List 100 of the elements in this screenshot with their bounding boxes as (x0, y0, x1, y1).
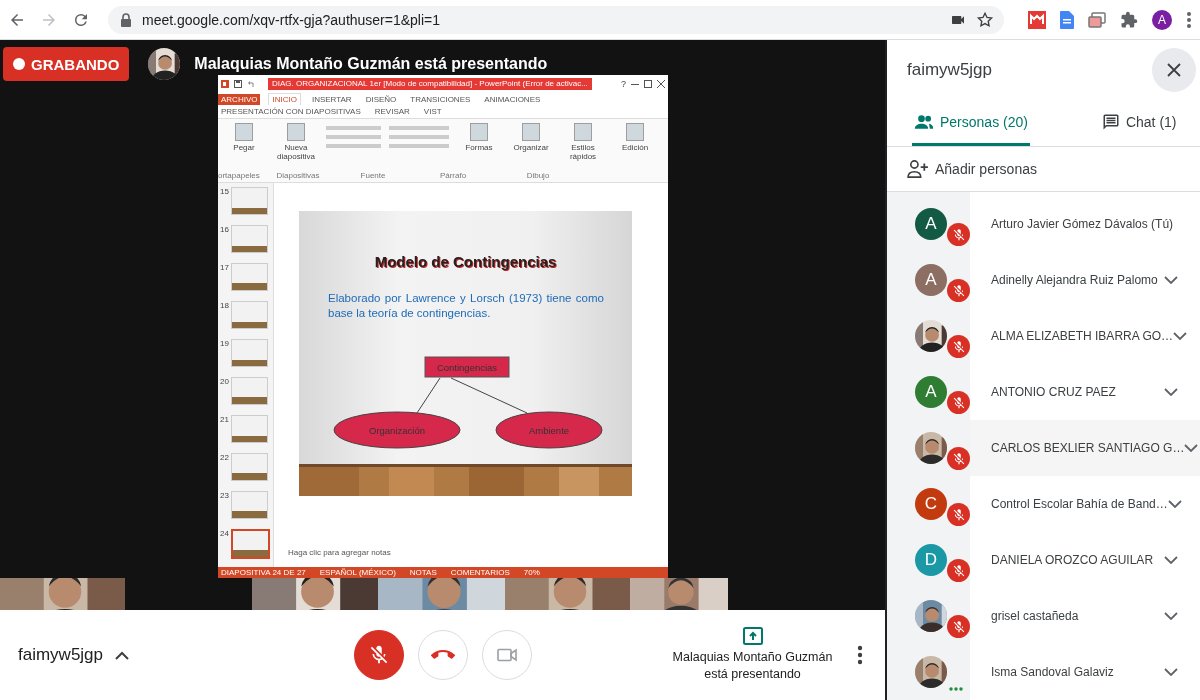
participant-row[interactable]: A ANTONIO CRUZ PAEZ (887, 364, 1200, 420)
help-button[interactable]: ? (621, 78, 626, 89)
notes-field[interactable]: Haga clic para agregar notas (284, 546, 395, 559)
present-screen-icon[interactable] (742, 627, 763, 645)
slide-thumbnail[interactable] (231, 491, 268, 519)
participant-row[interactable]: Isma Sandoval Galaviz (887, 644, 1200, 700)
ribbon-tab[interactable]: ARCHIVO (218, 93, 261, 105)
lock-icon (120, 12, 132, 27)
close-button[interactable] (1152, 48, 1196, 93)
chevron-down-icon[interactable] (1184, 444, 1199, 452)
ribbon-group-label: Dibujo (526, 171, 550, 180)
presenter-label: Malaquias Montaño Guzmán está presentando (194, 55, 548, 73)
ribbon-group-label: ortapapeles (218, 171, 260, 180)
slide-number: 24 (219, 529, 229, 540)
grid-extension-icon[interactable] (1028, 10, 1046, 29)
ribbon-tab[interactable]: ANIMACIONES (481, 93, 544, 105)
chevron-down-icon[interactable] (1164, 668, 1178, 676)
slide-thumbnail[interactable] (231, 529, 270, 559)
slide-thumbnail[interactable] (231, 263, 268, 291)
participant-row[interactable]: A Adinelly Alejandra Ruiz Palomo (887, 252, 1200, 308)
ribbon-button[interactable]: Formas (457, 123, 501, 152)
participant-row[interactable]: C Control Escolar Bahía de Band… (887, 476, 1200, 532)
chevron-down-icon[interactable] (1164, 612, 1178, 620)
participant-row[interactable]: A Arturo Javier Gómez Dávalos (Tú) (887, 196, 1200, 252)
slide-thumbnail[interactable] (231, 301, 268, 329)
ribbon-group-label: Párrafo (439, 171, 467, 180)
close-icon[interactable] (657, 79, 665, 88)
chevron-up-icon[interactable] (115, 650, 130, 660)
participant-row[interactable]: D DANIELA OROZCO AGUILAR (887, 532, 1200, 588)
ribbon-tab[interactable]: DISEÑO (362, 93, 400, 105)
meeting-code: faimyw5jgp (18, 645, 104, 665)
panel-tab[interactable]: Chat (1) (1099, 100, 1179, 147)
slide-number: 17 (219, 263, 229, 274)
menu-icon[interactable] (1186, 10, 1192, 29)
ribbon-tab[interactable]: REVISAR (371, 106, 413, 117)
avatar: C (915, 488, 947, 520)
chevron-down-icon[interactable] (1173, 332, 1188, 340)
microphone-button[interactable] (353, 630, 404, 680)
diagram-node: Contingencias (424, 356, 510, 378)
ribbon-tab[interactable]: INICIO (268, 93, 301, 105)
ribbon-button[interactable]: Edición (613, 123, 657, 152)
slide-number: 16 (219, 225, 229, 236)
chat-icon (1101, 112, 1120, 131)
chevron-down-icon[interactable] (1164, 388, 1178, 396)
slide-number: 19 (219, 339, 229, 350)
participant-name: Adinelly Alejandra Ruiz Palomo (991, 273, 1159, 287)
slide-thumbnail[interactable] (231, 339, 268, 367)
participant-row[interactable]: ALMA ELIZABETH IBARRA GO… (887, 308, 1200, 364)
slide-number: 22 (219, 453, 229, 464)
slide-thumbnail[interactable] (231, 187, 268, 215)
participant-name: Isma Sandoval Galaviz (991, 665, 1115, 679)
add-person-icon (907, 160, 929, 179)
panel-tab[interactable]: Personas (20) (912, 100, 1030, 147)
more-options-icon[interactable] (857, 645, 863, 665)
participant-name: DANIELA OROZCO AGUILAR (991, 553, 1155, 567)
undo-icon[interactable] (247, 79, 255, 88)
recording-badge: GRABANDO (3, 47, 130, 81)
status-text: NOTAS (409, 568, 437, 577)
participant-row[interactable]: grisel castañeda (887, 588, 1200, 644)
profile-avatar[interactable]: A (1152, 9, 1172, 30)
address-bar[interactable]: meet.google.com/xqv-rtfx-gja?authuser=1&pli=1 (108, 5, 1004, 34)
star-icon[interactable] (976, 10, 994, 29)
participant-name: Control Escolar Bahía de Band… (991, 497, 1168, 511)
participant-name: CARLOS BEXLIER SANTIAGO G… (991, 441, 1185, 455)
save-icon[interactable] (234, 79, 242, 88)
slide-thumbnail[interactable] (231, 415, 268, 443)
slide-number: 20 (219, 377, 229, 388)
ribbon-tab[interactable]: PRESENTACIÓN CON DIAPOSITIVAS (218, 106, 364, 117)
chevron-down-icon[interactable] (1164, 276, 1178, 284)
ribbon-group-label: Diapositivas (276, 171, 320, 180)
slide-thumbnail[interactable] (231, 453, 268, 481)
ribbon-tab[interactable]: VIST (420, 106, 445, 117)
document-icon[interactable] (1060, 10, 1074, 29)
chevron-down-icon[interactable] (1164, 556, 1178, 564)
participant-name: Arturo Javier Gómez Dávalos (Tú) (991, 217, 1175, 231)
slide-number: 23 (219, 491, 229, 502)
powerpoint-icon[interactable] (221, 79, 229, 88)
slide-number: 18 (219, 301, 229, 312)
chevron-down-icon[interactable] (1167, 500, 1182, 508)
ribbon-group-label: Fuente (360, 171, 386, 180)
puzzle-piece-icon[interactable] (1120, 10, 1138, 29)
presenting-status: Malaquias Montaño Guzmán está presentando (671, 649, 834, 683)
slide-thumbnail[interactable] (231, 225, 268, 253)
maximize-icon[interactable] (644, 79, 652, 88)
hang-up-button[interactable] (417, 630, 468, 680)
ribbon-button[interactable]: Organizar (509, 123, 553, 152)
slide-number: 21 (219, 415, 229, 426)
slide-thumbnail[interactable] (231, 377, 268, 405)
status-text: ESPAÑOL (MÉXICO) (319, 568, 396, 577)
close-icon (1167, 63, 1181, 78)
ribbon-button[interactable]: Nueva diapositiva (274, 123, 318, 161)
participant-name: ANTONIO CRUZ PAEZ (991, 385, 1117, 399)
ribbon-tab[interactable]: TRANSICIONES (407, 93, 474, 105)
stacked-windows-icon[interactable] (1088, 10, 1106, 29)
avatar: A (915, 264, 947, 296)
status-text: DIAPOSITIVA 24 DE 27 (221, 568, 306, 577)
ribbon-button[interactable]: Estilos rápidos (561, 123, 605, 161)
ribbon-tab[interactable]: INSERTAR (308, 93, 355, 105)
ribbon-button[interactable]: Pegar (222, 123, 266, 152)
window-title: DIAG. ORGANIZACIONAL 1er [Modo de compatibilidad] - PowerPoint (Error de activac... (268, 77, 592, 90)
